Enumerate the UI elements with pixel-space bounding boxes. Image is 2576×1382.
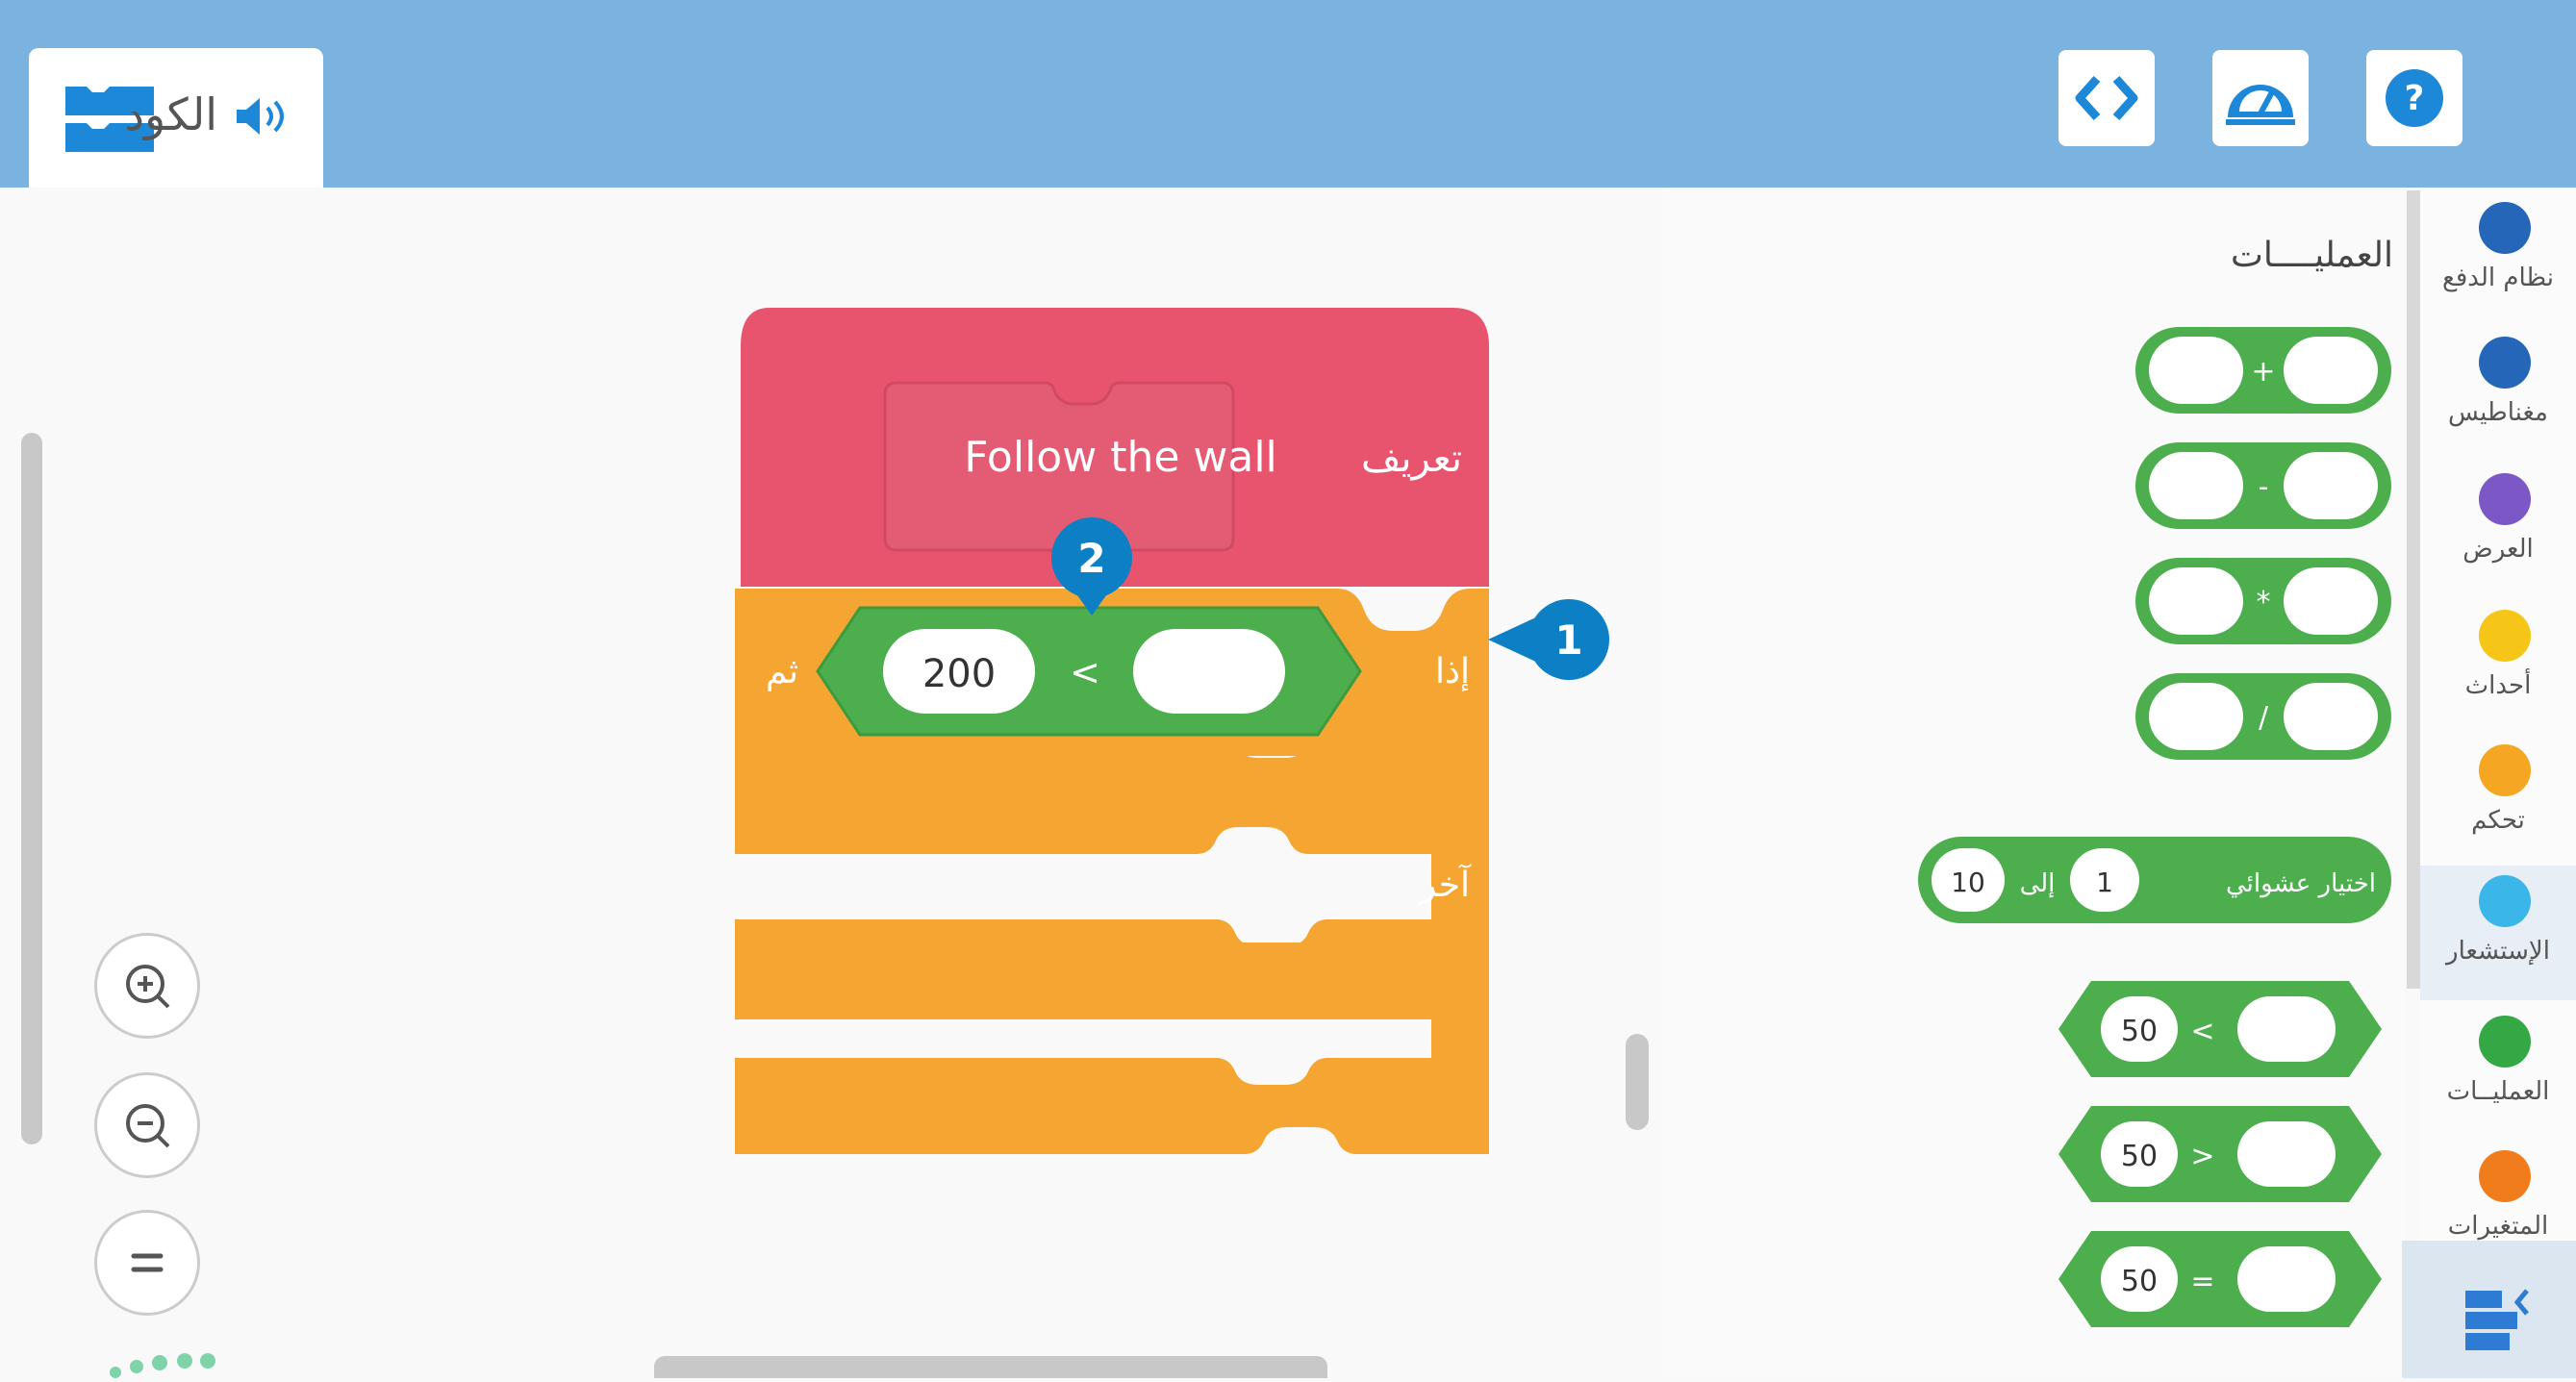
workspace-vertical-scrollbar[interactable] bbox=[21, 433, 42, 1144]
workspace-right-scrollbar[interactable] bbox=[1626, 1034, 1649, 1130]
category-events[interactable]: أحداث bbox=[2420, 600, 2576, 735]
help-button[interactable]: ? bbox=[2366, 50, 2462, 146]
svg-text:*: * bbox=[2257, 586, 2271, 619]
category-dot-icon bbox=[2479, 473, 2531, 525]
svg-text:+: + bbox=[2251, 355, 2275, 389]
zoom-out-icon bbox=[126, 1104, 170, 1148]
category-control[interactable]: تحكم bbox=[2420, 735, 2576, 869]
code-tab[interactable]: الكود bbox=[29, 48, 323, 188]
callout-1: 1 bbox=[1486, 596, 1611, 687]
category-dot-icon bbox=[2479, 1150, 2531, 1202]
svg-text:إلى: إلى bbox=[2020, 869, 2056, 898]
greater-than-block[interactable]: 50 > bbox=[2058, 1106, 2382, 1202]
svg-text:>: > bbox=[2190, 1140, 2214, 1173]
operator-palette: + - * / 10 إلى 1 اختيار عشوائي 50 < 50 >… bbox=[1918, 327, 2391, 1327]
category-dot-icon bbox=[2479, 744, 2531, 796]
subtract-block[interactable]: - bbox=[2135, 442, 2391, 529]
svg-text:=: = bbox=[2190, 1265, 2214, 1298]
script-blocks: Follow the wall تعريف إذا ثم آخر 200 < bbox=[735, 308, 1489, 1154]
svg-text:اختيار عشوائي: اختيار عشوائي bbox=[2226, 869, 2376, 898]
gauge-icon bbox=[2226, 85, 2295, 125]
less-than-block[interactable]: 50 < bbox=[2058, 981, 2382, 1077]
category-dot-icon bbox=[2479, 610, 2531, 662]
category-looks[interactable]: العرض bbox=[2420, 464, 2576, 598]
help-icon: ? bbox=[2386, 69, 2443, 127]
svg-text:1: 1 bbox=[1554, 616, 1582, 664]
category-magnet[interactable]: مغناطيس bbox=[2420, 327, 2576, 462]
dashboard-button[interactable] bbox=[2212, 50, 2309, 146]
extensions-button[interactable] bbox=[2402, 1241, 2576, 1378]
svg-text:50: 50 bbox=[2121, 1265, 2158, 1298]
equals-icon bbox=[131, 1253, 164, 1272]
zoom-in-icon bbox=[126, 965, 170, 1009]
else-label: آخر bbox=[1418, 863, 1472, 905]
svg-text:2: 2 bbox=[1077, 535, 1105, 582]
svg-text:50: 50 bbox=[2121, 1140, 2158, 1173]
code-tab-label: الكود bbox=[124, 88, 217, 140]
category-dot-icon bbox=[2479, 337, 2531, 389]
svg-text:-: - bbox=[2259, 470, 2269, 504]
define-label: تعريف bbox=[1361, 437, 1462, 481]
category-drivetrain[interactable]: نظام الدفع bbox=[2420, 192, 2576, 327]
svg-text:/: / bbox=[2259, 701, 2269, 735]
svg-text:?: ? bbox=[2405, 79, 2425, 118]
zoom-reset-button[interactable] bbox=[94, 1210, 200, 1316]
operator-symbol: < bbox=[1070, 651, 1100, 693]
pick-random-block[interactable]: 10 إلى 1 اختيار عشوائي bbox=[1918, 837, 2391, 923]
dots-decoration bbox=[106, 1351, 221, 1382]
zoom-out-button[interactable] bbox=[94, 1072, 200, 1178]
flyout-category-title: العمليــــات bbox=[2231, 236, 2393, 275]
svg-text:10: 10 bbox=[1951, 867, 1985, 898]
divide-block[interactable]: / bbox=[2135, 673, 2391, 760]
speaker-icon bbox=[231, 94, 298, 138]
add-block[interactable]: + bbox=[2135, 327, 2391, 414]
right-value-input[interactable] bbox=[1133, 629, 1285, 714]
comparison-operator-block[interactable]: 200 < bbox=[816, 606, 1362, 737]
left-value: 200 bbox=[922, 652, 996, 696]
multiply-block[interactable]: * bbox=[2135, 558, 2391, 644]
category-dot-icon bbox=[2479, 875, 2531, 927]
code-brackets-icon bbox=[2075, 75, 2138, 121]
callout-2: 2 bbox=[1048, 515, 1135, 624]
svg-text:<: < bbox=[2190, 1015, 2214, 1048]
zoom-in-button[interactable] bbox=[94, 933, 200, 1039]
procedure-name: Follow the wall bbox=[964, 433, 1277, 482]
category-dot-icon bbox=[2479, 1016, 2531, 1068]
flyout-scrollbar[interactable] bbox=[2407, 190, 2420, 989]
top-bar bbox=[0, 0, 2576, 188]
category-dot-icon bbox=[2479, 202, 2531, 254]
equals-block[interactable]: 50 = bbox=[2058, 1231, 2382, 1327]
category-operators[interactable]: العمليــات bbox=[2420, 1006, 2576, 1141]
if-label: إذا bbox=[1435, 652, 1470, 691]
then-label: ثم bbox=[766, 652, 798, 691]
svg-text:50: 50 bbox=[2121, 1015, 2158, 1048]
extension-blocks-icon bbox=[2465, 1289, 2529, 1350]
svg-text:1: 1 bbox=[2096, 867, 2113, 898]
workspace-horizontal-scrollbar[interactable] bbox=[654, 1356, 1327, 1378]
category-sensing[interactable]: الإستشعار bbox=[2420, 866, 2576, 1000]
code-view-button[interactable] bbox=[2058, 50, 2155, 146]
